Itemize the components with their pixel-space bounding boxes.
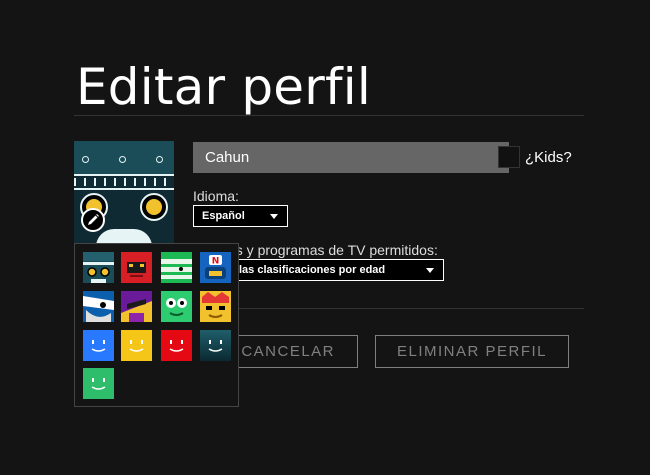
avatar-option-yellow-smile[interactable]: [121, 330, 152, 361]
avatar-option-blue-smile[interactable]: [83, 330, 114, 361]
avatar-option-robot[interactable]: [83, 252, 114, 283]
avatar-option-yellow-king[interactable]: [200, 291, 231, 322]
avatar-option-teal-smile[interactable]: [200, 330, 231, 361]
avatar-option-green-smile[interactable]: [83, 368, 114, 399]
avatar-picker: N: [74, 243, 239, 407]
profile-name-input[interactable]: [193, 142, 509, 173]
kids-label: ¿Kids?: [525, 149, 572, 166]
delete-profile-button[interactable]: ELIMINAR PERFIL: [375, 335, 569, 368]
language-value: Español: [202, 210, 245, 222]
maturity-label: as y programas de TV permitidos:: [228, 242, 438, 258]
svg-text:N: N: [212, 257, 220, 267]
kids-checkbox[interactable]: [498, 146, 520, 168]
caret-down-icon: [270, 214, 278, 219]
pencil-icon: [88, 214, 99, 225]
edit-avatar-button[interactable]: [81, 208, 105, 232]
avatar-option-red-angry[interactable]: [121, 252, 152, 283]
cancel-label: CANCELAR: [241, 343, 335, 360]
avatar-option-green-alien[interactable]: [161, 291, 192, 322]
avatar-option-green-mummy[interactable]: [161, 252, 192, 283]
language-select[interactable]: Español: [193, 205, 288, 227]
delete-label: ELIMINAR PERFIL: [396, 343, 548, 360]
avatar-option-purple-villain[interactable]: [121, 291, 152, 322]
avatar-option-red-smile[interactable]: [161, 330, 192, 361]
language-label: Idioma:: [193, 188, 239, 204]
title-divider: [74, 115, 584, 116]
maturity-value: las clasificaciones por edad: [239, 264, 386, 276]
caret-down-icon: [426, 268, 434, 273]
maturity-select[interactable]: las clasificaciones por edad: [209, 259, 444, 281]
page-title: Editar perfil: [76, 58, 371, 116]
avatar-option-netflix-robot[interactable]: N: [200, 252, 231, 283]
avatar-option-pirate[interactable]: [83, 291, 114, 322]
